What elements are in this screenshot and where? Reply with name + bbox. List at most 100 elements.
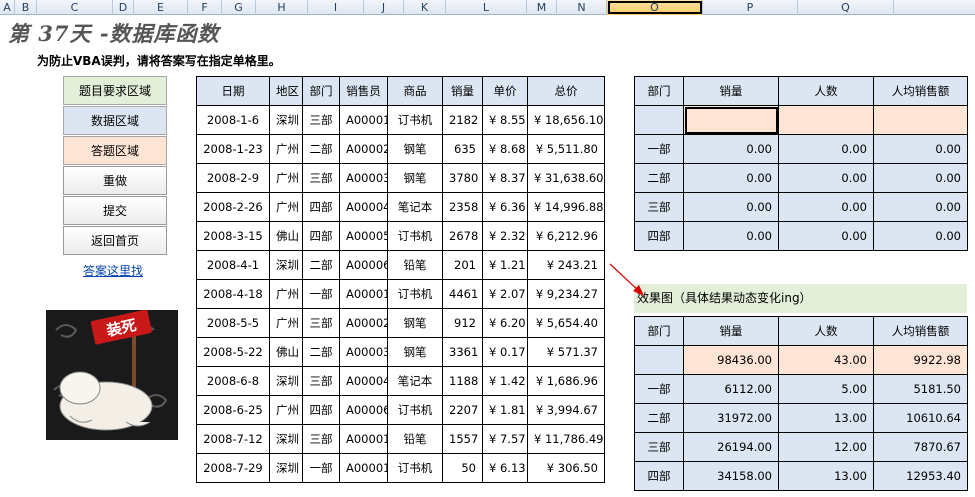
data-cell[interactable]: 3780 xyxy=(442,163,483,193)
data-cell[interactable]: ¥ 0.17 xyxy=(482,337,528,367)
data-cell[interactable]: 912 xyxy=(442,308,483,338)
data-cell[interactable]: 佛山 xyxy=(269,337,303,367)
column-header-m[interactable]: M xyxy=(527,0,557,15)
data-cell[interactable]: 2358 xyxy=(442,192,483,222)
data-cell[interactable]: 一部 xyxy=(302,279,340,309)
data-cell[interactable]: A00004 xyxy=(339,366,388,396)
answer-cell[interactable]: 0.00 xyxy=(873,221,968,251)
column-header-f[interactable]: F xyxy=(188,0,222,15)
result-cell[interactable]: 5181.50 xyxy=(873,374,968,404)
column-header-l[interactable]: L xyxy=(446,0,527,15)
data-cell[interactable]: 钢笔 xyxy=(387,337,443,367)
answer-total-cell[interactable] xyxy=(873,105,968,135)
data-cell[interactable]: ¥ 11,786.49 xyxy=(527,424,605,454)
data-cell[interactable]: ¥ 18,656.10 xyxy=(527,105,605,135)
data-cell[interactable]: ¥ 6.20 xyxy=(482,308,528,338)
answer-cell[interactable]: 四部 xyxy=(634,221,684,251)
answer-cell[interactable]: 三部 xyxy=(634,192,684,222)
data-cell[interactable]: 四部 xyxy=(302,192,340,222)
data-cell[interactable]: 2008-3-15 xyxy=(196,221,270,251)
data-cell[interactable]: ¥ 2.32 xyxy=(482,221,528,251)
data-cell[interactable]: 2008-4-1 xyxy=(196,250,270,280)
data-header-cell[interactable]: 部门 xyxy=(302,76,340,106)
result-cell[interactable]: 12953.40 xyxy=(873,461,968,491)
column-header-g[interactable]: G xyxy=(222,0,256,15)
data-cell[interactable]: ¥ 6.13 xyxy=(482,453,528,483)
column-header-e[interactable]: E xyxy=(134,0,188,15)
column-header-c[interactable]: C xyxy=(37,0,113,15)
answer-cell[interactable]: 0.00 xyxy=(778,134,874,164)
result-cell[interactable]: 12.00 xyxy=(778,432,874,462)
data-cell[interactable]: ¥ 8.55 xyxy=(482,105,528,135)
column-header-j[interactable]: J xyxy=(364,0,404,15)
data-cell[interactable]: ¥ 3,994.67 xyxy=(527,395,605,425)
data-cell[interactable]: A00001 xyxy=(339,105,388,135)
result-cell[interactable]: 5.00 xyxy=(778,374,874,404)
column-header-q[interactable]: Q xyxy=(798,0,894,15)
data-cell[interactable]: ¥ 8.68 xyxy=(482,134,528,164)
answer-total-cell[interactable] xyxy=(683,105,779,135)
data-cell[interactable]: 2008-6-25 xyxy=(196,395,270,425)
answer-cell[interactable]: 0.00 xyxy=(683,221,779,251)
data-cell[interactable]: 深圳 xyxy=(269,424,303,454)
column-header-n[interactable]: N xyxy=(557,0,607,15)
data-header-cell[interactable]: 地区 xyxy=(269,76,303,106)
result-cell[interactable]: 31972.00 xyxy=(683,403,779,433)
column-header-a[interactable]: A xyxy=(0,0,15,15)
data-cell[interactable]: 广州 xyxy=(269,279,303,309)
data-cell[interactable]: 广州 xyxy=(269,163,303,193)
data-header-cell[interactable]: 日期 xyxy=(196,76,270,106)
data-cell[interactable]: ¥ 2.07 xyxy=(482,279,528,309)
result-cell[interactable]: 10610.64 xyxy=(873,403,968,433)
data-cell[interactable]: 广州 xyxy=(269,308,303,338)
data-cell[interactable]: 三部 xyxy=(302,163,340,193)
data-cell[interactable]: A00006 xyxy=(339,395,388,425)
redo-button[interactable]: 重做 xyxy=(63,166,167,195)
data-cell[interactable]: 深圳 xyxy=(269,453,303,483)
data-cell[interactable]: 钢笔 xyxy=(387,163,443,193)
data-header-cell[interactable]: 商品 xyxy=(387,76,443,106)
data-cell[interactable]: ¥ 5,511.80 xyxy=(527,134,605,164)
data-cell[interactable]: 2207 xyxy=(442,395,483,425)
result-total-cell[interactable] xyxy=(634,345,684,375)
data-cell[interactable]: 订书机 xyxy=(387,395,443,425)
answer-total-cell[interactable] xyxy=(778,105,874,135)
data-cell[interactable]: ¥ 243.21 xyxy=(527,250,605,280)
result-header-cell[interactable]: 销量 xyxy=(683,316,779,346)
data-cell[interactable]: 2008-4-18 xyxy=(196,279,270,309)
data-cell[interactable]: 铅笔 xyxy=(387,250,443,280)
result-cell[interactable]: 三部 xyxy=(634,432,684,462)
data-cell[interactable]: ¥ 571.37 xyxy=(527,337,605,367)
result-total-cell[interactable]: 43.00 xyxy=(778,345,874,375)
data-header-cell[interactable]: 销售员 xyxy=(339,76,388,106)
data-cell[interactable]: 2008-2-9 xyxy=(196,163,270,193)
data-cell[interactable]: A00004 xyxy=(339,192,388,222)
data-cell[interactable]: 三部 xyxy=(302,105,340,135)
column-header-b[interactable]: B xyxy=(15,0,37,15)
data-cell[interactable]: 二部 xyxy=(302,250,340,280)
column-header-k[interactable]: K xyxy=(404,0,446,15)
answer-total-cell[interactable] xyxy=(634,105,684,135)
answer-cell[interactable]: 0.00 xyxy=(778,163,874,193)
data-header-cell[interactable]: 单价 xyxy=(482,76,528,106)
data-cell[interactable]: 2678 xyxy=(442,221,483,251)
result-cell[interactable]: 26194.00 xyxy=(683,432,779,462)
answer-cell[interactable]: 二部 xyxy=(634,163,684,193)
result-cell[interactable]: 四部 xyxy=(634,461,684,491)
data-cell[interactable]: A00002 xyxy=(339,308,388,338)
data-cell[interactable]: 四部 xyxy=(302,221,340,251)
data-cell[interactable]: 订书机 xyxy=(387,105,443,135)
answer-header-cell[interactable]: 部门 xyxy=(634,76,684,106)
answer-cell[interactable]: 0.00 xyxy=(778,221,874,251)
column-header-p[interactable]: P xyxy=(703,0,798,15)
data-cell[interactable]: 50 xyxy=(442,453,483,483)
data-cell[interactable]: ¥ 1.42 xyxy=(482,366,528,396)
data-cell[interactable]: 三部 xyxy=(302,424,340,454)
column-header-i[interactable]: I xyxy=(308,0,364,15)
data-cell[interactable]: A00002 xyxy=(339,134,388,164)
data-cell[interactable]: A00006 xyxy=(339,250,388,280)
result-header-cell[interactable]: 人数 xyxy=(778,316,874,346)
data-cell[interactable]: 2008-2-26 xyxy=(196,192,270,222)
data-cell[interactable]: 一部 xyxy=(302,453,340,483)
data-cell[interactable]: 2008-1-6 xyxy=(196,105,270,135)
